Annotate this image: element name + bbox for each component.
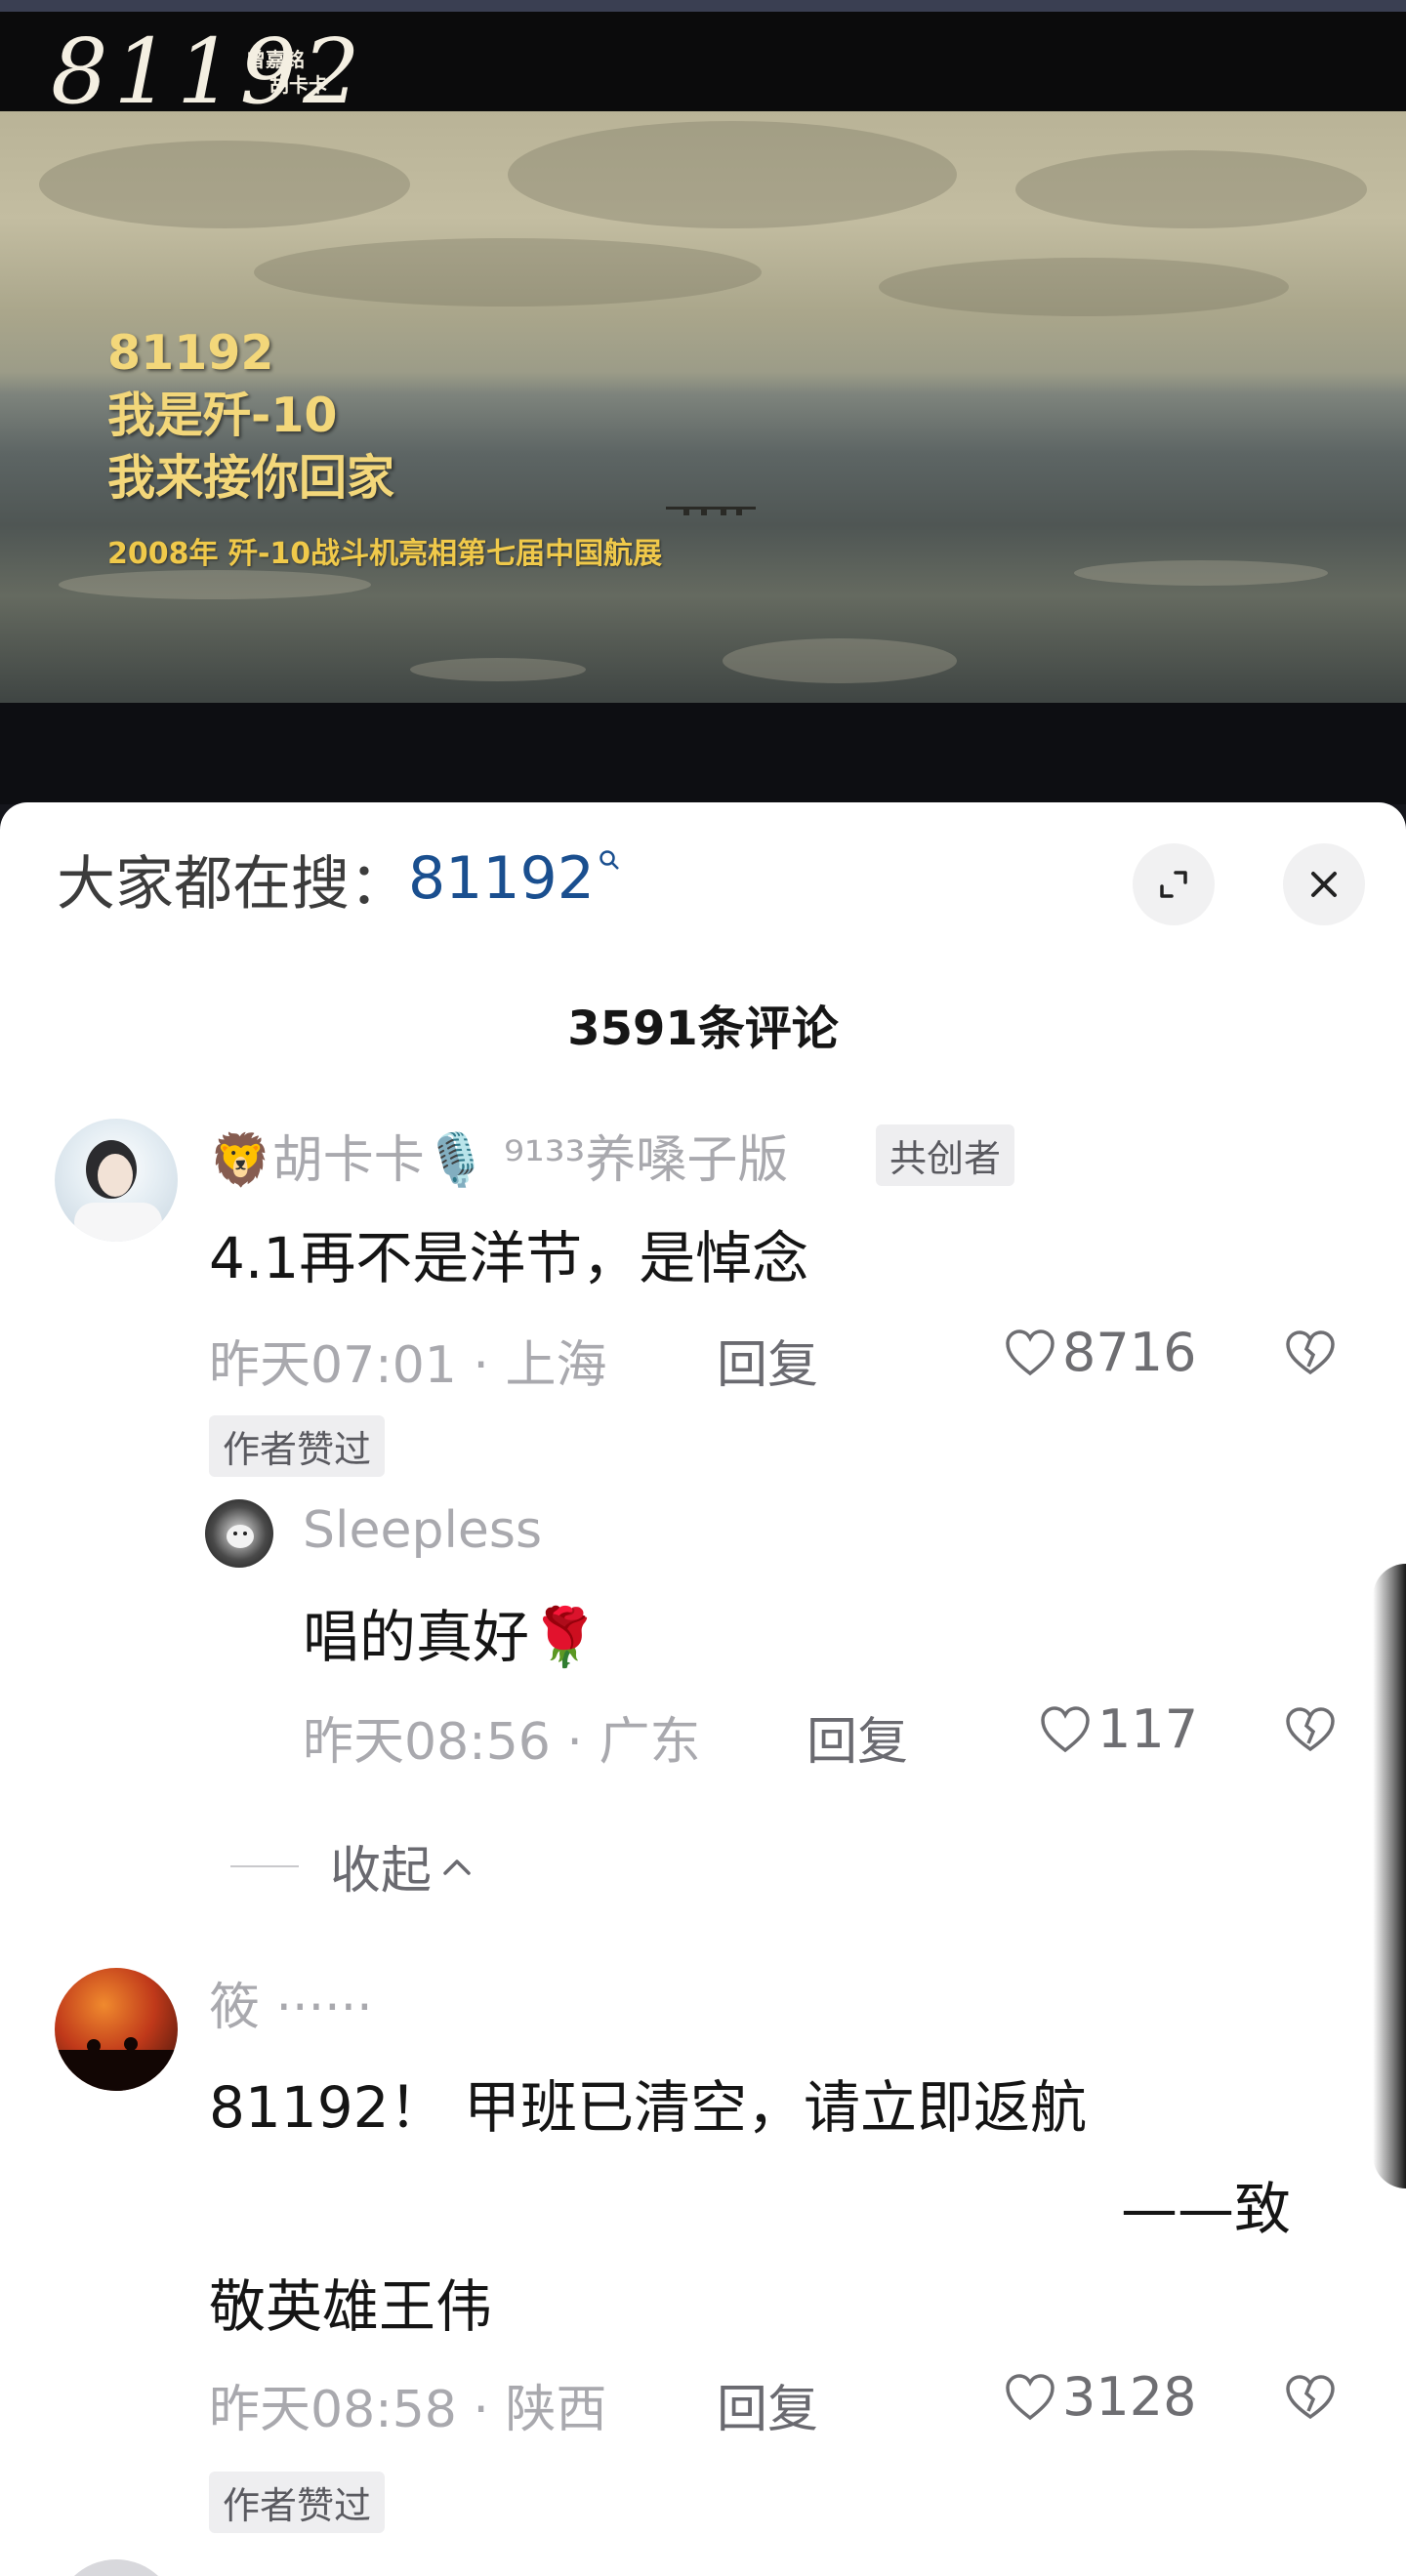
trending-search-term[interactable]: 81192 (408, 844, 595, 913)
author-liked-badge: 作者赞过 (209, 1415, 386, 1477)
video-credits: 曾嘉铭 胡卡卡 (246, 47, 328, 98)
heart-icon (1006, 1329, 1054, 1375)
search-icon (599, 844, 620, 879)
chevron-up-icon (443, 1859, 471, 1875)
avatar[interactable] (55, 1968, 178, 2091)
video-overlay-text: 81192 我是歼-10 我来接你回家 (107, 322, 394, 510)
video-line-1: 81192 (107, 325, 274, 381)
video-line-2: 我是歼-10 (107, 388, 338, 443)
comment-count: 3591条评论 (567, 1002, 839, 1056)
avatar[interactable] (205, 1499, 273, 1568)
reply-text: 唱的真好🌹 (303, 1604, 600, 1670)
status-bar-strip (0, 0, 1406, 12)
comment-text: 4.1再不是洋节，是悼念 (209, 1225, 809, 1291)
like-count: 3128 (1062, 2366, 1197, 2428)
trending-search-prefix: 大家都在搜： (57, 849, 408, 919)
comment-text-line-3: 敬英雄王伟 (209, 2273, 493, 2340)
credit-singer-2: 胡卡卡 (269, 73, 328, 97)
video-bottom-band (0, 703, 1406, 804)
reply-button[interactable]: 回复 (717, 2368, 818, 2441)
video-player[interactable]: 81192 曾嘉铭 胡卡卡 81192 我是歼-10 我来接你回家 2008年 … (0, 12, 1406, 804)
video-line-3: 我来接你回家 (107, 450, 395, 506)
avatar[interactable] (55, 2559, 178, 2576)
collapse-divider (230, 1864, 299, 1867)
expand-icon (1160, 871, 1187, 898)
comment-username[interactable]: 筱 ······ (209, 1966, 373, 2039)
comment-time-location: 昨天07:01 · 上海 (209, 1336, 607, 1395)
comments-panel: 大家都在搜： 81192 3591条评论 🦁胡卡卡🎙️ ⁹¹³³养嗓子版 共创者… (0, 802, 1406, 2576)
dislike-button[interactable] (1283, 1704, 1338, 1759)
comment-text-line-2: ——致 (1121, 2176, 1292, 2242)
video-subtitle: 2008年 歼-10战斗机亮相第七届中国航展 (107, 537, 663, 571)
scroll-edge-shadow (1373, 1564, 1406, 2188)
like-button[interactable]: 3128 (1004, 2366, 1196, 2428)
broken-heart-icon (1286, 1330, 1335, 1375)
like-count: 8716 (1062, 1322, 1197, 1383)
expand-button[interactable] (1133, 843, 1215, 925)
collapse-replies-button[interactable]: 收起 (230, 1829, 476, 1902)
heart-icon (1041, 1705, 1090, 1752)
reply-button[interactable]: 回复 (806, 1700, 908, 1774)
like-count: 117 (1097, 1698, 1199, 1760)
broken-heart-icon (1286, 2375, 1335, 2420)
collapse-label: 收起 (330, 1842, 433, 1901)
author-liked-badge: 作者赞过 (209, 2472, 386, 2533)
trending-search[interactable]: 大家都在搜： 81192 (57, 839, 620, 919)
dislike-button[interactable] (1283, 2372, 1338, 2427)
close-button[interactable] (1283, 843, 1365, 925)
comment-text-line-1: 81192！ 甲班已清空，请立即返航 (209, 2074, 1087, 2141)
close-icon (1311, 872, 1337, 897)
comment-time-location: 昨天08:58 · 陕西 (209, 2381, 607, 2439)
reply-time-location: 昨天08:56 · 广东 (303, 1713, 701, 1772)
like-button[interactable]: 8716 (1004, 1322, 1196, 1383)
avatar[interactable] (55, 1119, 178, 1242)
jet-silhouette (666, 502, 756, 515)
comment-username[interactable]: 🦁胡卡卡🎙️ ⁹¹³³养嗓子版 (209, 1119, 788, 1192)
credit-singer-1: 曾嘉铭 (246, 48, 305, 71)
heart-icon (1006, 2373, 1054, 2420)
like-button[interactable]: 117 (1039, 1698, 1198, 1760)
dislike-button[interactable] (1283, 1328, 1338, 1382)
reply-button[interactable]: 回复 (717, 1324, 818, 1397)
video-title-band: 81192 曾嘉铭 胡卡卡 (0, 12, 1406, 117)
co-creator-badge: 共创者 (876, 1124, 1015, 1186)
reply-username[interactable]: Sleepless (303, 1501, 542, 1560)
broken-heart-icon (1286, 1707, 1335, 1752)
